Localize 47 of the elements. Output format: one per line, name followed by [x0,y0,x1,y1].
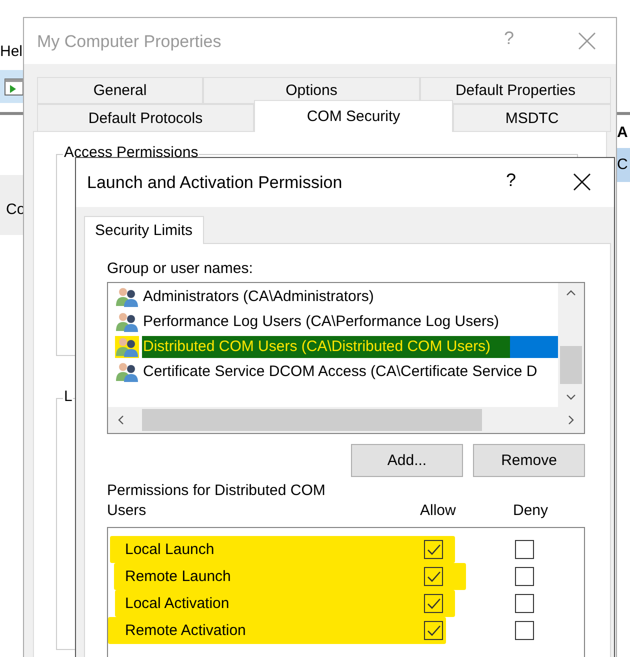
vertical-scrollbar[interactable] [558,283,584,407]
add-button[interactable]: Add... [351,444,463,477]
user-list-item[interactable]: Certificate Service DCOM Access (CA\Certificate Service D [108,359,558,384]
users-icon [115,336,139,358]
column-header: Allow [420,501,456,521]
remove-button[interactable]: Remove [473,444,585,477]
column-header: A [617,124,628,141]
tab[interactable]: Default Properties [420,77,611,104]
allow-checkbox[interactable] [424,594,443,613]
tab[interactable]: MSDTC [453,104,611,132]
menu-text[interactable]: Hel [0,43,23,60]
tab[interactable]: Default Protocols [37,104,254,132]
tab[interactable]: General [37,77,203,104]
scroll-left-icon[interactable] [118,415,124,425]
users-icon [115,360,139,382]
allow-checkbox[interactable] [424,567,443,586]
deny-checkbox[interactable] [515,621,534,640]
horizontal-scrollbar[interactable] [108,407,584,433]
scrollbar-thumb[interactable] [142,409,482,431]
allow-checkbox[interactable] [424,540,443,559]
deny-checkbox[interactable] [515,594,534,613]
permission-name: Local Activation [125,595,230,612]
users-label: Group or user names: [107,260,254,278]
tab[interactable]: COM Security [254,100,453,132]
permission-name: Remote Activation [125,622,247,639]
dialog-title: Launch and Activation Permission [87,173,342,193]
permission-name: Remote Launch [125,568,232,585]
scroll-up-icon[interactable] [566,290,576,296]
permission-name: Local Launch [125,541,216,558]
allow-checkbox[interactable] [424,621,443,640]
deny-checkbox[interactable] [515,540,534,559]
table-cell: C [617,148,630,182]
scroll-down-icon[interactable] [566,394,576,400]
window-run-icon[interactable] [4,77,24,97]
users-icon [115,286,139,308]
scroll-right-icon[interactable] [568,415,574,425]
column-header: Deny [513,501,548,521]
deny-checkbox[interactable] [515,567,534,586]
user-list-item[interactable]: Performance Log Users (CA\Performance Log Users) [108,309,558,334]
close-icon[interactable] [572,172,592,192]
window-title: My Computer Properties [37,32,222,52]
scrollbar-thumb[interactable] [560,346,582,384]
help-button[interactable]: ? [506,170,516,191]
users-icon [115,310,139,332]
user-list-item[interactable]: Administrators (CA\Administrators) [108,284,558,309]
permissions-label: Permissions for Distributed COM Users [107,481,326,521]
tab[interactable]: Security Limits [84,216,204,244]
